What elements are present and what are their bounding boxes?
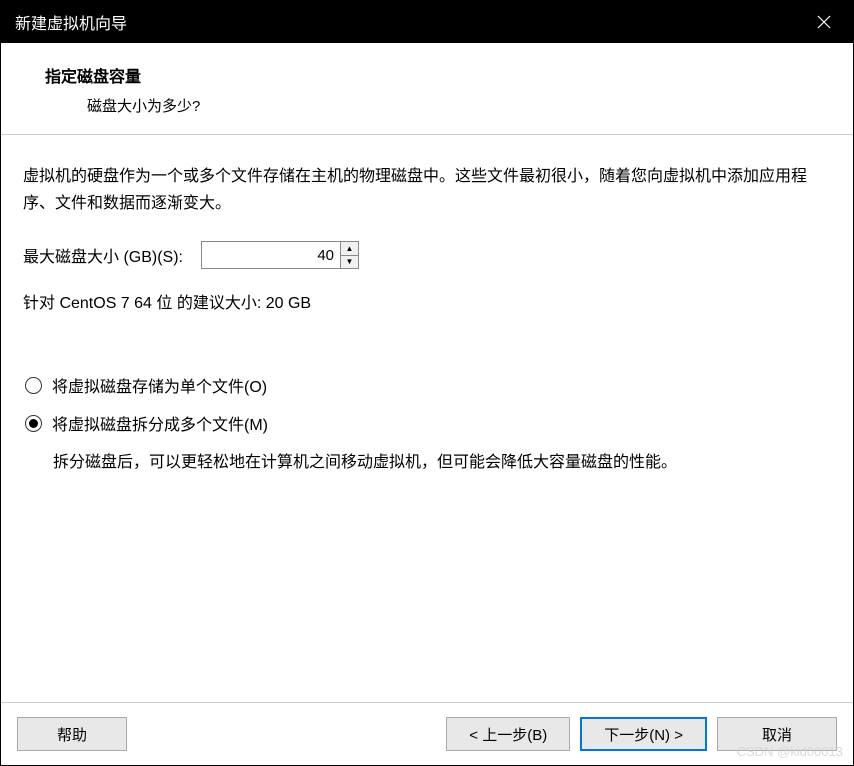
button-bar: 帮助 < 上一步(B) 下一步(N) > 取消	[1, 702, 853, 765]
recommendation-text: 针对 CentOS 7 64 位 的建议大小: 20 GB	[23, 289, 831, 313]
radio-label: 将虚拟磁盘拆分成多个文件(M)	[52, 411, 268, 435]
titlebar: 新建虚拟机向导	[1, 1, 853, 43]
close-icon	[817, 15, 831, 29]
page-subtitle: 磁盘大小为多少?	[87, 95, 833, 116]
radio-icon	[25, 415, 42, 432]
disk-size-row: 最大磁盘大小 (GB)(S): ▲ ▼	[23, 241, 831, 269]
description-text: 虚拟机的硬盘作为一个或多个文件存储在主机的物理磁盘中。这些文件最初很小，随着您向…	[23, 163, 831, 217]
spinner-buttons: ▲ ▼	[341, 241, 359, 269]
radio-single-file[interactable]: 将虚拟磁盘存储为单个文件(O)	[25, 373, 831, 397]
disk-storage-options: 将虚拟磁盘存储为单个文件(O) 将虚拟磁盘拆分成多个文件(M) 拆分磁盘后，可以…	[25, 373, 831, 476]
next-button[interactable]: 下一步(N) >	[580, 717, 707, 751]
cancel-button[interactable]: 取消	[717, 717, 837, 751]
split-file-hint: 拆分磁盘后，可以更轻松地在计算机之间移动虚拟机，但可能会降低大容量磁盘的性能。	[53, 449, 831, 476]
spinner-up-button[interactable]: ▲	[341, 242, 358, 256]
window-title: 新建虚拟机向导	[15, 10, 127, 34]
main-content: 虚拟机的硬盘作为一个或多个文件存储在主机的物理磁盘中。这些文件最初很小，随着您向…	[1, 135, 853, 477]
radio-split-file[interactable]: 将虚拟磁盘拆分成多个文件(M)	[25, 411, 831, 435]
spinner-down-button[interactable]: ▼	[341, 256, 358, 269]
radio-label: 将虚拟磁盘存储为单个文件(O)	[52, 373, 267, 397]
chevron-down-icon: ▼	[346, 258, 354, 266]
disk-size-input[interactable]	[201, 241, 341, 269]
close-button[interactable]	[809, 7, 839, 37]
help-button[interactable]: 帮助	[17, 717, 127, 751]
disk-size-spinner: ▲ ▼	[201, 241, 359, 269]
disk-size-label: 最大磁盘大小 (GB)(S):	[23, 243, 183, 267]
back-button[interactable]: < 上一步(B)	[446, 717, 570, 751]
wizard-header: 指定磁盘容量 磁盘大小为多少?	[1, 43, 853, 135]
chevron-up-icon: ▲	[346, 245, 354, 253]
radio-icon	[25, 377, 42, 394]
page-title: 指定磁盘容量	[45, 63, 833, 87]
